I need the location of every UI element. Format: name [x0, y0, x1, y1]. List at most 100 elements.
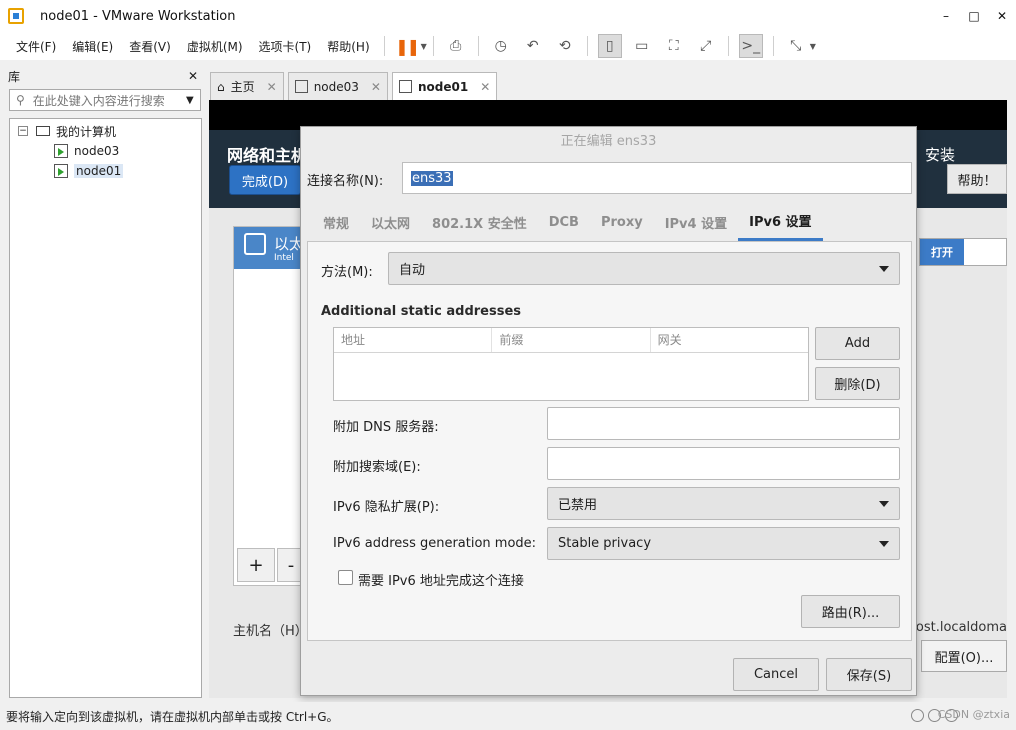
toggle-on-label: 打开: [920, 239, 964, 265]
single-view-icon[interactable]: ▭: [630, 34, 654, 58]
dns-servers-label: 附加 DNS 服务器:: [333, 420, 439, 435]
tab-ipv4-settings[interactable]: IPv4 设置: [654, 203, 738, 241]
toolbar-separator: [477, 36, 479, 56]
address-generation-mode-value: Stable privacy: [558, 536, 652, 551]
menu-tabs[interactable]: 选项卡(T): [251, 38, 320, 55]
console-icon[interactable]: >_: [738, 34, 763, 58]
unity-icon[interactable]: ⤢: [694, 34, 718, 58]
minimize-button[interactable]: –: [932, 0, 960, 32]
cancel-button[interactable]: Cancel: [733, 658, 819, 691]
require-ipv6-checkbox[interactable]: [338, 570, 353, 585]
chevron-down-icon: [879, 541, 889, 547]
tab-home[interactable]: ⌂ 主页 ✕: [210, 72, 284, 100]
maximize-button[interactable]: □: [960, 0, 988, 32]
network-page-title: 网络和主机: [227, 146, 308, 165]
tab-label: node03: [313, 79, 359, 94]
dialog-tabs: 常规 以太网 802.1X 安全性 DCB Proxy IPv4 设置 IPv6…: [307, 203, 913, 241]
menu-view[interactable]: 查看(V): [121, 38, 179, 55]
column-address: 地址: [334, 328, 493, 352]
routes-button[interactable]: 路由(R)...: [801, 595, 900, 628]
close-tab-icon[interactable]: ✕: [480, 80, 490, 94]
toolbar-separator: [586, 36, 588, 56]
menu-edit[interactable]: 编辑(E): [64, 38, 121, 55]
library-search[interactable]: ⚲ 在此处键入内容进行搜索 ▼: [9, 89, 201, 111]
tree-item-node01[interactable]: node01: [54, 161, 124, 181]
interface-vendor: Intel: [274, 253, 294, 263]
tab-node03[interactable]: node03 ✕: [287, 72, 388, 100]
add-address-button[interactable]: Add: [815, 327, 900, 360]
method-value: 自动: [399, 263, 426, 278]
dialog-title: 正在编辑 ens33: [560, 134, 657, 149]
method-label: 方法(M):: [321, 265, 373, 280]
snapshot-manager-icon[interactable]: ⟲: [553, 34, 577, 58]
revert-snapshot-icon[interactable]: ↶: [521, 34, 545, 58]
vmware-logo-icon: [8, 8, 24, 24]
connection-name-input[interactable]: ens33: [402, 162, 912, 194]
home-icon: ⌂: [217, 79, 225, 94]
toolbar-separator: [772, 36, 774, 56]
hostname-label: 主机名（H）: [233, 624, 308, 639]
add-interface-button[interactable]: +: [237, 548, 275, 582]
save-button[interactable]: 保存(S): [826, 658, 912, 691]
window-title: node01 - VMware Workstation: [40, 8, 236, 24]
send-ctrl-alt-del-icon[interactable]: ⎙: [444, 34, 468, 58]
close-tab-icon[interactable]: ✕: [267, 80, 277, 94]
stretch-dropdown-icon[interactable]: ▼: [810, 42, 816, 51]
address-generation-mode-select[interactable]: Stable privacy: [547, 527, 900, 560]
vm-icon: [54, 164, 68, 178]
vm-icon: [398, 80, 412, 93]
delete-address-button[interactable]: 删除(D): [815, 367, 900, 400]
method-select[interactable]: 自动: [388, 252, 900, 285]
done-button[interactable]: 完成(D): [229, 165, 301, 195]
close-tab-icon[interactable]: ✕: [371, 80, 381, 94]
tab-node01[interactable]: node01 ✕: [391, 72, 498, 100]
chevron-down-icon: [879, 501, 889, 507]
tab-ethernet[interactable]: 以太网: [360, 203, 421, 241]
search-icon: ⚲: [16, 93, 25, 107]
close-button[interactable]: ✕: [988, 0, 1016, 32]
tab-ipv6-settings[interactable]: IPv6 设置: [738, 203, 823, 241]
disk-icon[interactable]: [911, 709, 924, 722]
window-controls: – □ ✕: [932, 0, 1016, 32]
watermark: CSDN @ztxia: [937, 708, 1010, 721]
interface-toggle[interactable]: 打开: [919, 238, 1007, 266]
static-addresses-title: Additional static addresses: [321, 304, 522, 319]
stretch-icon[interactable]: ⤡: [784, 34, 808, 58]
tab-proxy[interactable]: Proxy: [590, 203, 654, 241]
edit-connection-dialog: 正在编辑 ens33 连接名称(N): ens33 常规 以太网 802.1X …: [300, 126, 917, 696]
search-domains-input[interactable]: [547, 447, 900, 480]
vm-tabs: ⌂ 主页 ✕ node03 ✕ node01 ✕: [210, 72, 501, 100]
library-search-input[interactable]: 在此处键入内容进行搜索: [33, 92, 186, 109]
configure-button[interactable]: 配置(O)...: [921, 640, 1007, 672]
privacy-extensions-select[interactable]: 已禁用: [547, 487, 900, 520]
dns-servers-input[interactable]: [547, 407, 900, 440]
tree-item-node03[interactable]: node03: [54, 141, 119, 161]
toolbar-separator: [727, 36, 729, 56]
menu-vm[interactable]: 虚拟机(M): [179, 38, 251, 55]
fullscreen-icon[interactable]: ⛶: [662, 34, 686, 58]
column-gateway: 网关: [657, 333, 682, 347]
status-bar: 要将输入定向到该虚拟机，请在虚拟机内部单击或按 Ctrl+G。 CSDN @zt…: [0, 702, 1016, 730]
tab-general[interactable]: 常规: [307, 203, 360, 241]
vm-icon: [294, 80, 308, 93]
static-addresses-table[interactable]: 地址 前缀 网关: [333, 327, 809, 401]
tree-label: node01: [74, 164, 124, 178]
help-button[interactable]: 帮助！: [947, 164, 1007, 194]
snapshot-icon[interactable]: ◷: [489, 34, 513, 58]
pause-dropdown-icon[interactable]: ▼: [421, 42, 427, 51]
privacy-extensions-value: 已禁用: [558, 498, 598, 513]
tab-dcb[interactable]: DCB: [538, 203, 590, 241]
search-dropdown-icon[interactable]: ▼: [186, 95, 200, 106]
menu-bar: 文件(F) 编辑(E) 查看(V) 虚拟机(M) 选项卡(T) 帮助(H) ❚❚…: [0, 32, 1016, 60]
library-tree: − 我的计算机 node03 node01: [9, 118, 202, 698]
collapse-icon[interactable]: −: [18, 126, 28, 136]
pause-icon[interactable]: ❚❚: [395, 34, 420, 58]
toolbar-separator: [383, 36, 385, 56]
menu-file[interactable]: 文件(F): [8, 38, 64, 55]
library-view-icon[interactable]: ▯: [597, 34, 622, 58]
tree-item-my-computer[interactable]: − 我的计算机: [18, 121, 116, 141]
library-close-icon[interactable]: ✕: [188, 69, 198, 83]
column-prefix: 前缀: [492, 328, 651, 352]
menu-help[interactable]: 帮助(H): [319, 38, 377, 55]
tab-8021x-security[interactable]: 802.1X 安全性: [421, 203, 538, 241]
